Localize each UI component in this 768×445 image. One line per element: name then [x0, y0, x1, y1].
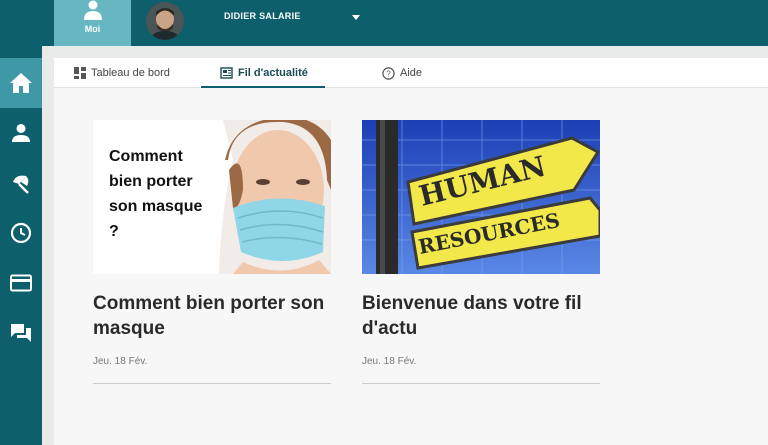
avatar-photo: [146, 2, 184, 40]
card-icon: [10, 274, 32, 292]
sidebar-item-messages[interactable]: [0, 308, 42, 358]
news-card[interactable]: HUMAN RESOURCES Bienvenue dans votre fil…: [362, 120, 600, 384]
sidebar-item-leave[interactable]: [0, 158, 42, 208]
card-divider: [362, 383, 600, 384]
moi-tab[interactable]: Moi: [54, 0, 131, 46]
user-name[interactable]: DIDIER SALARIE: [224, 11, 301, 21]
tab-bar: Tableau de bord Fil d'actualité ? Aide: [54, 58, 768, 88]
tab-label: Tableau de bord: [91, 67, 170, 79]
beach-umbrella-icon: [13, 175, 29, 194]
card-title[interactable]: Bienvenue dans votre fil d'actu: [362, 291, 600, 341]
card-divider: [93, 383, 331, 384]
chat-icon: [11, 324, 31, 342]
sidebar-item-time[interactable]: [0, 208, 42, 258]
help-icon: ?: [382, 66, 395, 80]
main-area: Tableau de bord Fil d'actualité ? Aide C…: [42, 46, 768, 445]
person-icon: [84, 0, 102, 20]
news-card[interactable]: Comment bien porter son masque ? Comment…: [93, 120, 331, 384]
human-resources-image: HUMAN RESOURCES: [362, 120, 600, 274]
card-image[interactable]: Comment bien porter son masque ?: [93, 120, 331, 274]
image-caption: Comment bien porter son masque ?: [109, 148, 203, 240]
card-date: Jeu. 18 Fév.: [362, 356, 417, 367]
user-icon: [12, 124, 30, 142]
moi-label: Moi: [84, 24, 101, 34]
sidebar: [0, 46, 48, 445]
tab-news-feed[interactable]: Fil d'actualité: [220, 58, 308, 88]
tab-dashboard[interactable]: Tableau de bord: [74, 58, 170, 88]
news-icon: [220, 67, 233, 79]
card-image[interactable]: HUMAN RESOURCES: [362, 120, 600, 274]
caret-down-icon[interactable]: [352, 15, 360, 20]
home-icon: [10, 73, 32, 93]
active-tab-indicator: [201, 86, 325, 88]
tab-help[interactable]: ? Aide: [382, 58, 422, 88]
clock-icon: [10, 222, 32, 244]
svg-text:?: ?: [386, 69, 391, 78]
tab-label: Aide: [400, 67, 423, 79]
sidebar-item-payment[interactable]: [0, 258, 42, 308]
content-panel: Tableau de bord Fil d'actualité ? Aide C…: [54, 58, 768, 445]
dashboard-icon: [74, 67, 86, 79]
sidebar-item-profile[interactable]: [0, 108, 42, 158]
avatar[interactable]: [146, 2, 184, 40]
card-title[interactable]: Comment bien porter son masque: [93, 291, 331, 341]
tab-label: Fil d'actualité: [238, 67, 308, 79]
sidebar-item-home[interactable]: [0, 58, 48, 108]
top-bar: Moi DIDIER SALARIE: [0, 0, 768, 46]
card-date: Jeu. 18 Fév.: [93, 356, 148, 367]
